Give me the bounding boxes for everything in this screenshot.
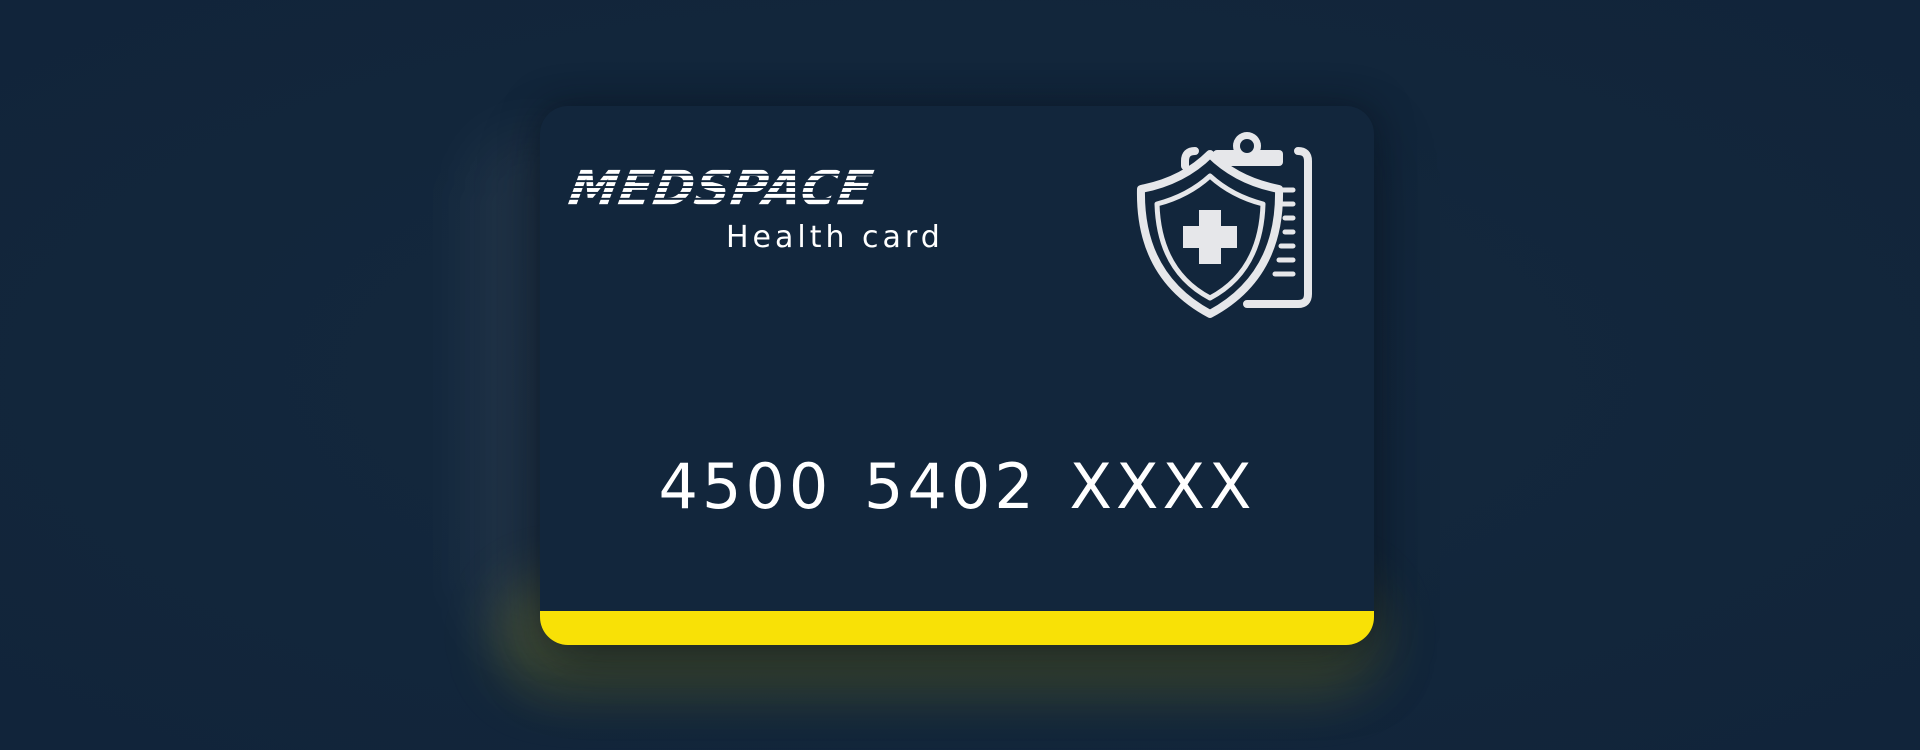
card-yellow-stripe bbox=[540, 611, 1374, 645]
brand-logo: MEDSPACE bbox=[564, 160, 955, 217]
card-number: 4500 5402 XXXX bbox=[658, 450, 1256, 523]
medical-shield-clipboard-icon bbox=[1135, 126, 1345, 351]
health-card: MEDSPACE Health card 4500 5402 XXXX bbox=[540, 106, 1374, 645]
page-background: MEDSPACE Health card 4500 5402 XXXX bbox=[0, 0, 1920, 750]
brand-name: MEDSPACE bbox=[564, 160, 878, 217]
card-subtitle: Health card bbox=[726, 220, 944, 255]
